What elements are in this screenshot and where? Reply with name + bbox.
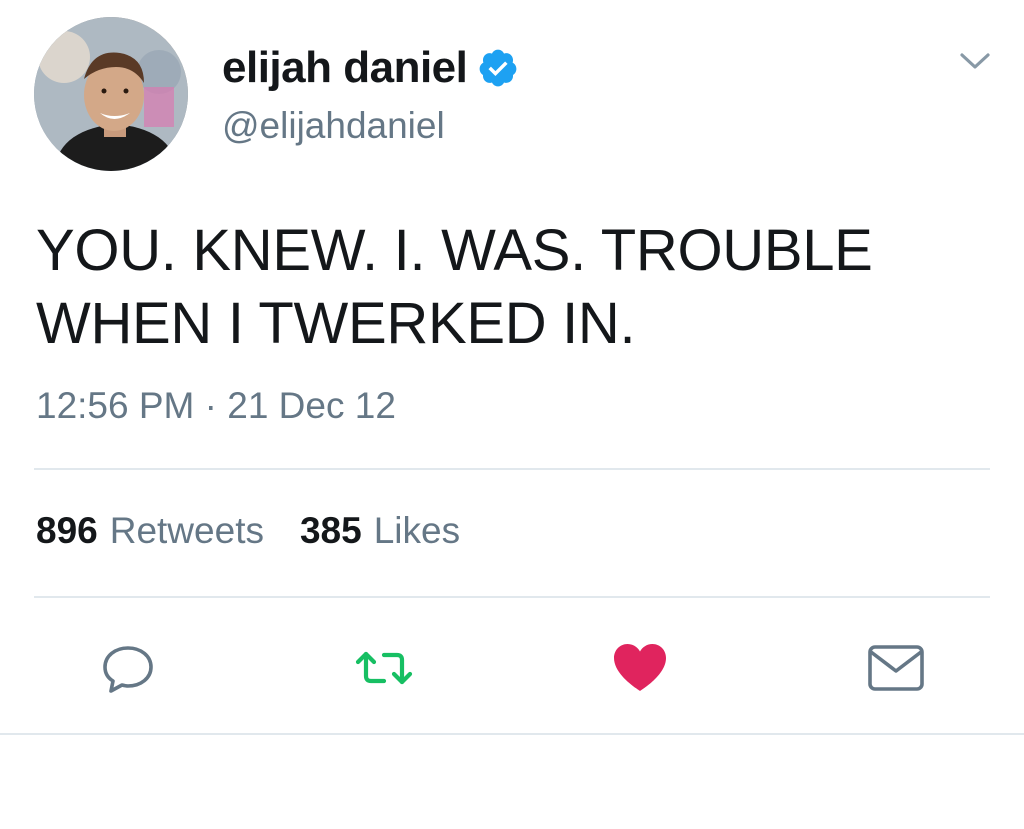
like-button[interactable] (610, 638, 670, 698)
tweet-stats: 896 Retweets 385 Likes (36, 510, 460, 552)
user-handle[interactable]: @elijahdaniel (222, 105, 445, 147)
likes-count: 385 (299, 510, 362, 551)
avatar[interactable] (34, 17, 188, 171)
divider (34, 468, 990, 470)
heart-icon (614, 644, 666, 691)
likes-label: Likes (373, 510, 461, 551)
retweets-count: 896 (36, 510, 98, 551)
avatar-photo (34, 17, 188, 171)
tweet-card: elijah daniel @elijahdaniel YOU. KNEW. I… (0, 0, 1024, 829)
retweets-stat[interactable]: 896 Retweets (36, 510, 264, 552)
divider (0, 733, 1024, 735)
display-name-row[interactable]: elijah daniel (222, 40, 519, 96)
verified-badge-icon (479, 49, 517, 87)
tweet-text: YOU. KNEW. I. WAS. TROUBLE WHEN I TWERKE… (36, 218, 873, 356)
envelope-icon (868, 645, 924, 691)
likes-stat[interactable]: 385 Likes (300, 510, 460, 552)
chevron-down-icon[interactable] (958, 48, 992, 74)
reply-bubble-icon (103, 646, 153, 693)
display-name[interactable]: elijah daniel (222, 43, 468, 93)
retweets-label: Retweets (109, 510, 264, 551)
divider (34, 596, 990, 598)
retweet-button[interactable] (354, 638, 414, 698)
direct-message-button[interactable] (866, 638, 926, 698)
reply-button[interactable] (98, 638, 158, 698)
retweet-icon (355, 651, 413, 685)
tweet-timestamp[interactable]: 12:56 PM · 21 Dec 12 (36, 385, 396, 427)
